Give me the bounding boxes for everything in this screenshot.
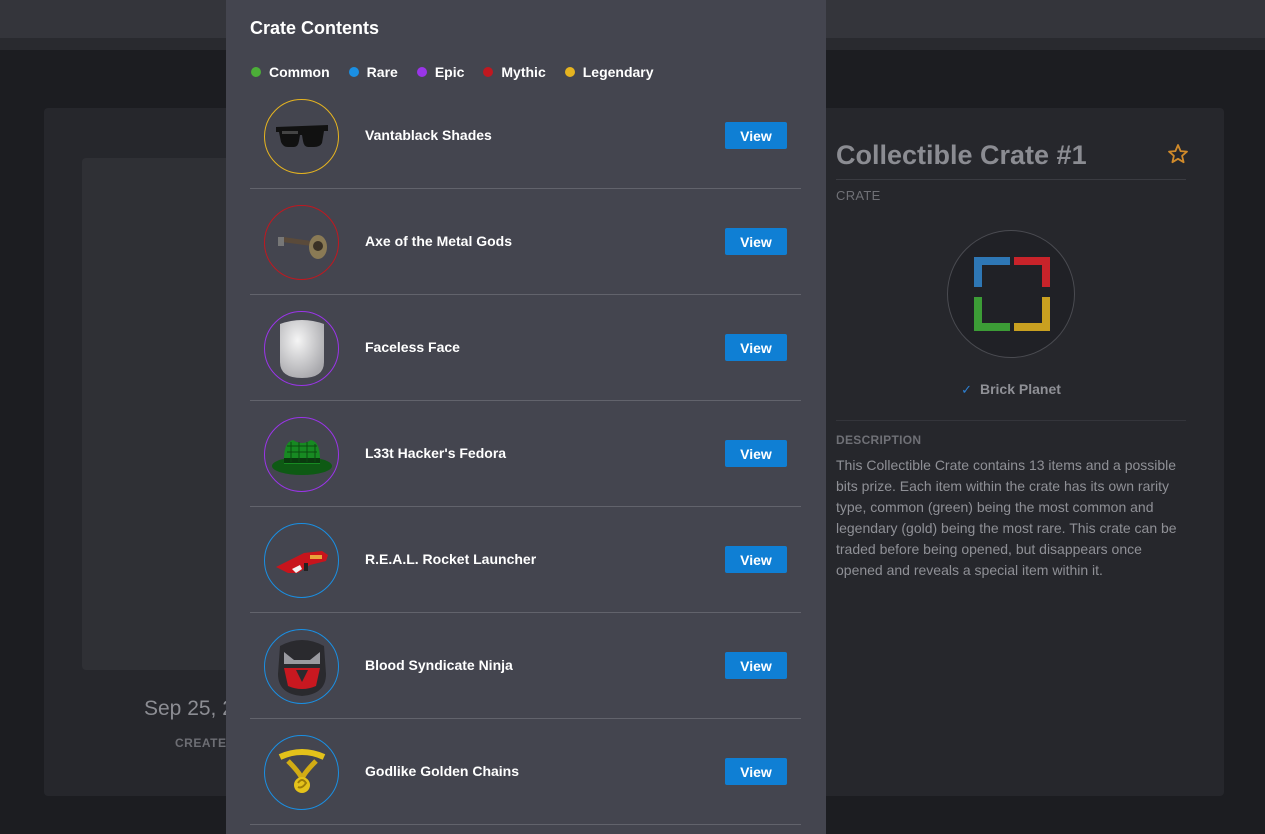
legend-label: Common: [269, 64, 330, 80]
crate-item-row: Faceless Face View: [250, 295, 801, 401]
legend-label: Legendary: [582, 64, 654, 80]
legend-dot-rare: [348, 67, 359, 77]
crate-item-row: Godlike Golden Chains View: [250, 719, 801, 825]
modal-title: Crate Contents: [250, 18, 380, 38]
divider: [836, 420, 1186, 421]
rarity-legend: Common Rare Epic Mythic Legendary: [251, 64, 654, 80]
created-date: Sep 25, 2: [144, 697, 234, 720]
crate-item-list: Vantablack Shades View Axe of the Metal …: [250, 83, 801, 825]
item-thumbnail[interactable]: [264, 523, 339, 598]
creator-link[interactable]: ✓ Brick Planet: [836, 381, 1186, 398]
view-button[interactable]: View: [725, 546, 787, 573]
view-button[interactable]: View: [725, 440, 787, 467]
brick-planet-logo-icon: [974, 257, 1050, 331]
legend-mythic: Mythic: [483, 64, 546, 80]
legend-dot-legendary: [564, 67, 575, 77]
favorite-star-icon[interactable]: [1166, 142, 1190, 166]
item-name: Blood Syndicate Ninja: [365, 657, 513, 673]
crate-item-row: L33t Hacker's Fedora View: [250, 401, 801, 507]
legend-legendary: Legendary: [564, 64, 654, 80]
verified-check-icon: ✓: [961, 382, 972, 397]
view-button[interactable]: View: [725, 122, 787, 149]
crate-item-row: Vantablack Shades View: [250, 83, 801, 189]
legend-epic: Epic: [416, 64, 465, 80]
crate-item-row: Axe of the Metal Gods View: [250, 189, 801, 295]
item-thumbnail[interactable]: [264, 417, 339, 492]
view-button[interactable]: View: [725, 652, 787, 679]
item-thumbnail[interactable]: [264, 735, 339, 810]
crate-item-row: Blood Syndicate Ninja View: [250, 613, 801, 719]
item-name: L33t Hacker's Fedora: [365, 445, 507, 461]
view-button[interactable]: View: [725, 228, 787, 255]
crate-item-row: R.E.A.L. Rocket Launcher View: [250, 507, 801, 613]
creator-avatar[interactable]: [947, 230, 1075, 358]
legend-label: Rare: [366, 64, 398, 80]
view-button[interactable]: View: [725, 758, 787, 785]
description-label: DESCRIPTION: [836, 433, 922, 447]
item-thumbnail[interactable]: [264, 629, 339, 704]
legend-dot-epic: [416, 67, 427, 77]
item-name: R.E.A.L. Rocket Launcher: [365, 551, 537, 567]
legend-common: Common: [251, 64, 330, 80]
ninja-mask-icon: [277, 639, 326, 696]
axe-icon: [277, 234, 327, 259]
item-type: CRATE: [836, 188, 881, 203]
legend-dot-common: [251, 67, 261, 77]
rocket-launcher-icon: [275, 550, 328, 573]
view-button[interactable]: View: [725, 334, 787, 361]
legend-label: Epic: [434, 64, 465, 80]
legend-dot-mythic: [483, 67, 494, 77]
creator-name[interactable]: Brick Planet: [980, 381, 1061, 397]
legend-rare: Rare: [348, 64, 398, 80]
item-thumbnail[interactable]: [264, 99, 339, 174]
item-thumbnail[interactable]: [264, 311, 339, 386]
item-thumbnail[interactable]: [264, 205, 339, 280]
item-name: Axe of the Metal Gods: [365, 233, 513, 249]
item-details-panel: Collectible Crate #1 CRATE ✓ Brick Planet…: [836, 136, 1188, 578]
item-name: Godlike Golden Chains: [365, 763, 520, 779]
description-text: This Collectible Crate contains 13 items…: [836, 457, 1177, 578]
sunglasses-icon: [275, 124, 328, 147]
item-title: Collectible Crate #1: [836, 136, 1186, 180]
face-icon: [279, 319, 324, 378]
item-name: Faceless Face: [365, 339, 460, 355]
item-name: Vantablack Shades: [365, 127, 492, 143]
crate-contents-modal: Crate Contents Common Rare Epic Mythic L…: [226, 0, 826, 834]
gold-chain-icon: [278, 748, 325, 793]
fedora-icon: [271, 439, 332, 475]
legend-label: Mythic: [501, 64, 546, 80]
